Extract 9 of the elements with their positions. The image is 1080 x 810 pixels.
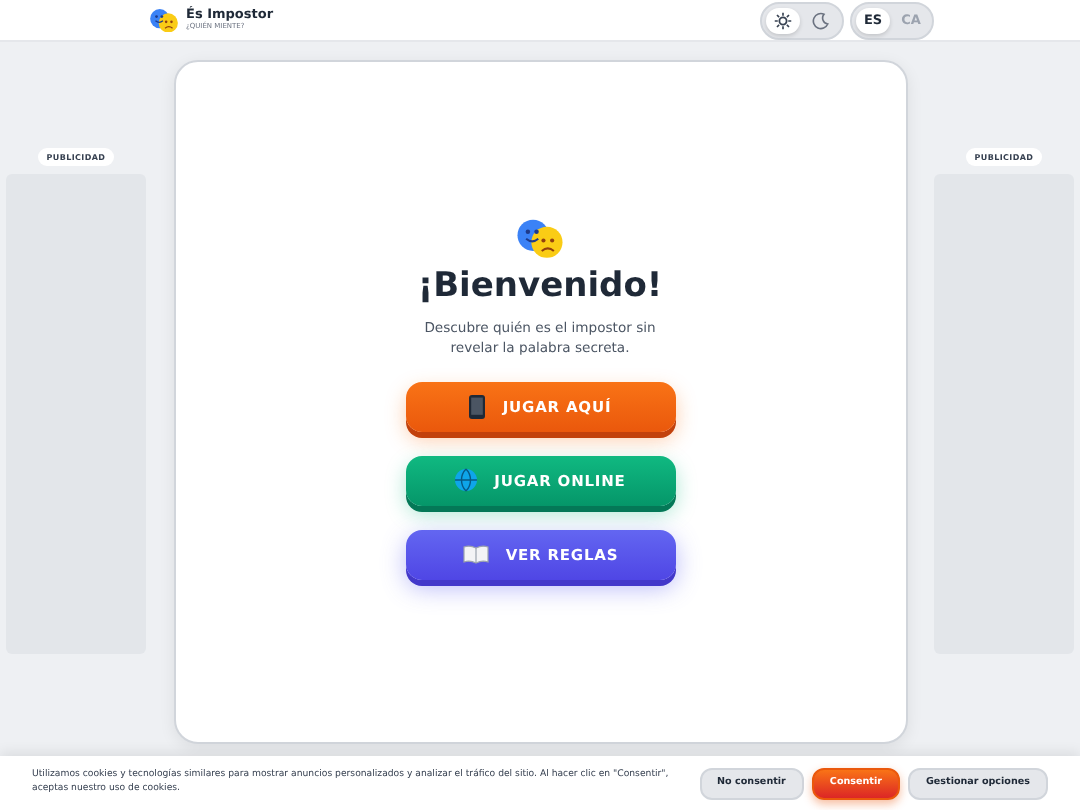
theater-masks-icon <box>148 7 180 33</box>
sun-icon <box>774 11 792 29</box>
book-icon <box>461 544 490 565</box>
theme-option[interactable] <box>766 7 800 33</box>
globe-icon <box>454 468 479 493</box>
welcome-heading: ¡Bienvenido! <box>417 265 663 306</box>
theater-masks-icon <box>514 218 566 260</box>
moon-icon <box>812 11 830 29</box>
phone-icon <box>468 393 487 420</box>
